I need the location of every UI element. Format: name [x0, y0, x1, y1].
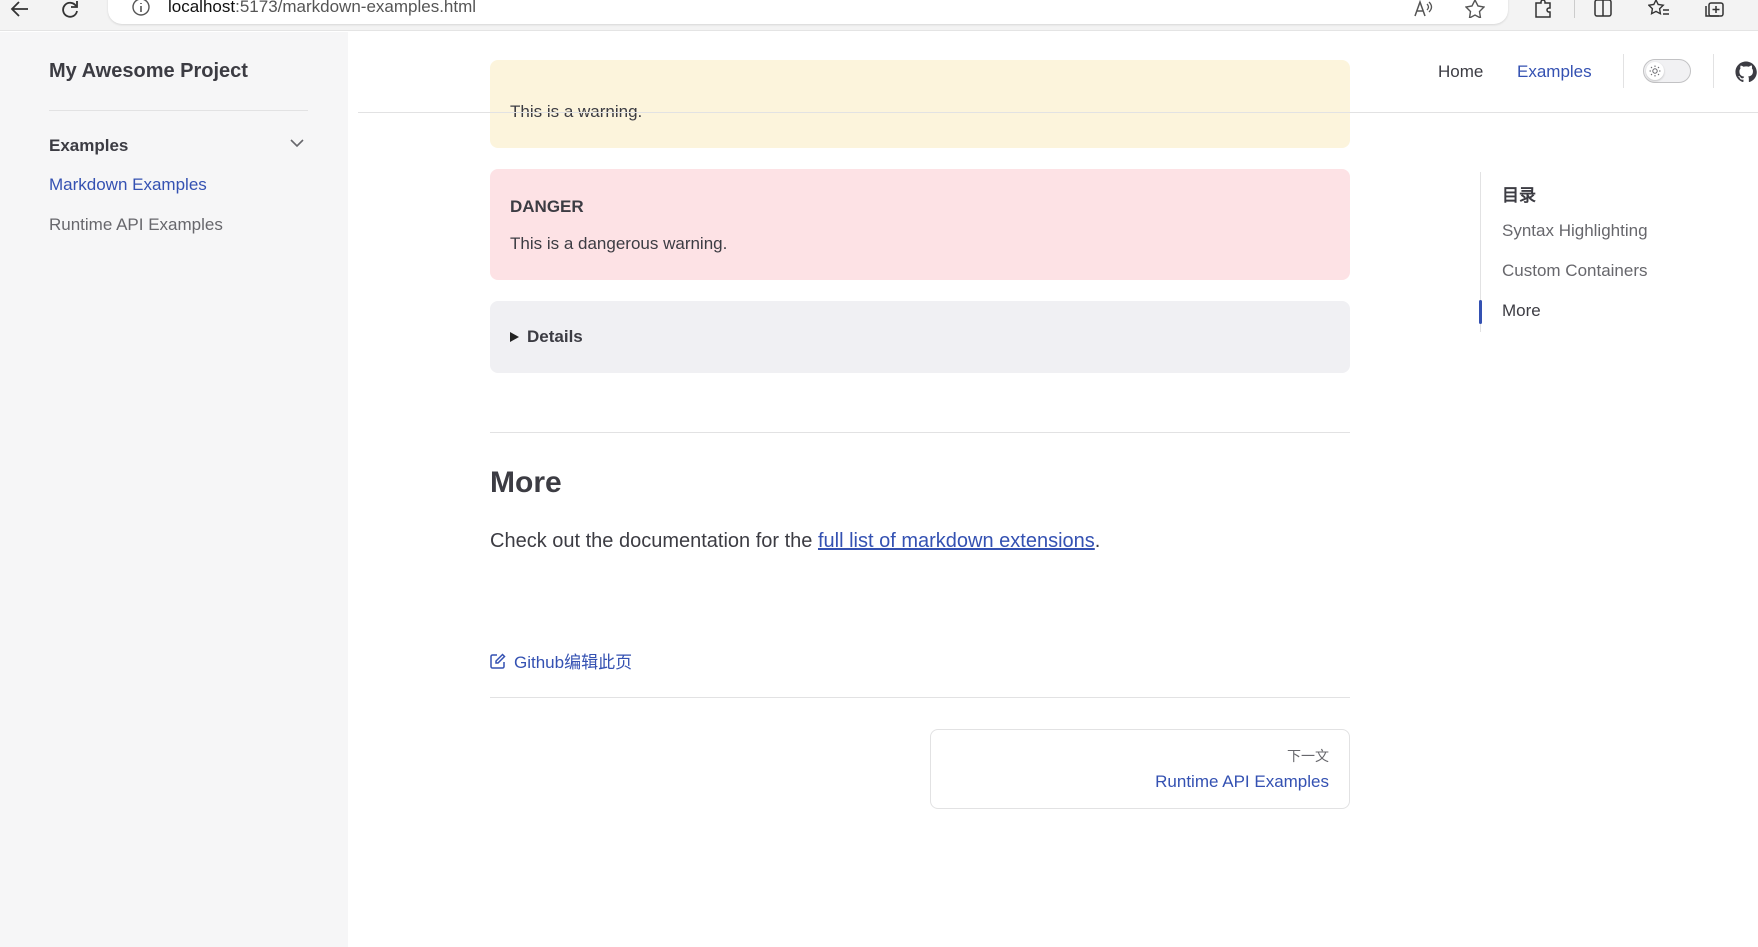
heading-more: More — [490, 466, 562, 499]
extensions-icon[interactable] — [1532, 0, 1554, 18]
next-page-card[interactable]: 下一文 Runtime API Examples — [930, 729, 1350, 809]
edit-icon — [490, 652, 506, 669]
warning-callout: This is a warning. — [490, 60, 1350, 148]
sidebar-divider — [49, 110, 308, 111]
more-text-before: Check out the documentation for the — [490, 530, 818, 552]
nav-divider-2 — [1713, 54, 1714, 88]
nav-examples[interactable]: Examples — [1517, 62, 1592, 82]
disclosure-triangle-icon — [510, 332, 519, 342]
details-block[interactable]: Details — [490, 301, 1350, 373]
url-path: :5173/markdown-examples.html — [235, 0, 477, 16]
site-title[interactable]: My Awesome Project — [49, 60, 248, 83]
next-page-title: Runtime API Examples — [1155, 772, 1329, 791]
section-divider — [490, 432, 1350, 433]
toolbar-divider — [1574, 0, 1575, 18]
sidebar-item-markdown-examples[interactable]: Markdown Examples — [49, 175, 207, 195]
nav-divider — [1623, 54, 1624, 88]
danger-text: This is a dangerous warning. — [510, 234, 728, 253]
sidebar-item-runtime-api-examples[interactable]: Runtime API Examples — [49, 215, 223, 235]
theme-toggle[interactable] — [1643, 59, 1691, 83]
markdown-extensions-link[interactable]: full list of markdown extensions — [818, 530, 1095, 552]
edit-on-github-link[interactable]: Github编辑此页 — [490, 648, 632, 673]
split-screen-icon[interactable] — [1592, 0, 1614, 18]
collections-icon[interactable] — [1704, 0, 1726, 18]
favorites-icon[interactable] — [1648, 0, 1670, 18]
next-page-desc: 下一文 — [1287, 748, 1329, 764]
edit-link-label: Github编辑此页 — [514, 653, 633, 672]
toggle-knob — [1646, 62, 1664, 80]
sidebar: My Awesome Project Examples Markdown Exa… — [0, 32, 348, 947]
nav-home[interactable]: Home — [1438, 62, 1483, 82]
topnav-border — [358, 112, 1758, 113]
back-arrow-icon[interactable] — [8, 0, 32, 18]
footer-divider — [490, 697, 1350, 698]
chevron-down-icon[interactable] — [288, 134, 306, 152]
github-icon[interactable] — [1735, 61, 1757, 83]
danger-callout: DANGER This is a dangerous warning. — [490, 169, 1350, 280]
details-summary[interactable]: Details — [510, 327, 583, 347]
favorite-star-icon[interactable] — [1464, 0, 1486, 18]
danger-title: DANGER — [510, 197, 584, 216]
url-text[interactable]: localhost:5173/markdown-examples.html — [168, 0, 476, 17]
site-info-icon[interactable] — [130, 0, 152, 18]
sun-icon — [1649, 65, 1661, 77]
more-text-after: . — [1094, 530, 1101, 552]
sidebar-group-examples[interactable]: Examples — [49, 136, 128, 156]
outline-item-custom-containers[interactable]: Custom Containers — [1502, 261, 1648, 281]
outline-active-marker — [1479, 300, 1482, 324]
url-host: localhost — [168, 0, 236, 16]
read-aloud-icon[interactable] — [1412, 0, 1434, 18]
outline-item-syntax-highlighting[interactable]: Syntax Highlighting — [1502, 221, 1648, 241]
outline-title: 目录 — [1502, 186, 1536, 205]
browser-toolbar: localhost:5173/markdown-examples.html — [0, 0, 1758, 31]
outline-item-more[interactable]: More — [1502, 301, 1541, 321]
more-paragraph: Check out the documentation for the full… — [490, 530, 1100, 553]
reload-icon[interactable] — [58, 0, 82, 18]
details-summary-label: Details — [527, 327, 583, 346]
